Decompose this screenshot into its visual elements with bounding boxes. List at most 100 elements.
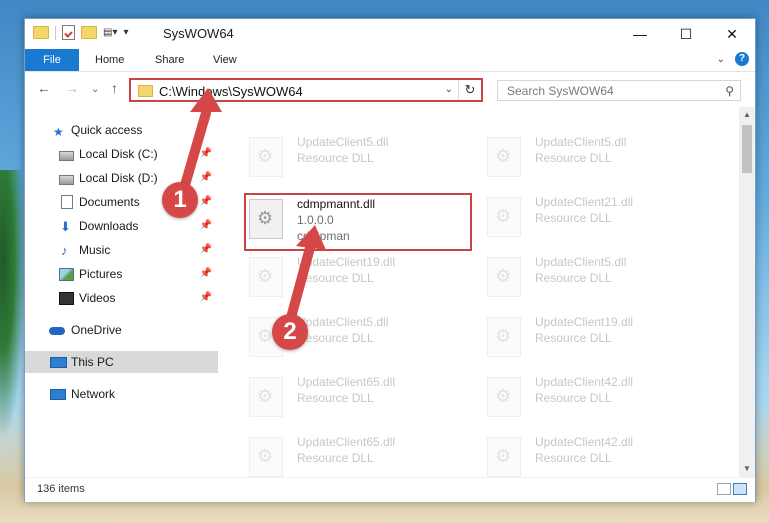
pc-icon: [50, 357, 67, 368]
file-name: UpdateClient19.dll: [297, 255, 396, 269]
highlight-box: [244, 193, 472, 251]
recent-locations-icon[interactable]: ⌄: [91, 84, 99, 95]
vertical-scrollbar[interactable]: ▲ ▼: [739, 107, 755, 477]
scroll-down-icon[interactable]: ▼: [739, 461, 755, 477]
pin-icon[interactable]: 📌: [200, 167, 212, 189]
file-name: UpdateClient5.dll: [297, 135, 389, 149]
onedrive-icon: [49, 327, 65, 335]
file-item[interactable]: UpdateClient19.dll Resource DLL: [249, 253, 469, 303]
dll-file-icon: [487, 257, 521, 297]
file-type: Resource DLL: [297, 451, 374, 465]
pin-icon[interactable]: 📌: [200, 263, 212, 285]
help-icon[interactable]: ?: [735, 52, 749, 66]
folder-icon[interactable]: [33, 26, 49, 39]
scroll-thumb[interactable]: [742, 125, 752, 173]
file-item[interactable]: UpdateClient42.dll Resource DLL: [487, 433, 707, 477]
file-item[interactable]: UpdateClient5.dll Resource DLL: [487, 133, 707, 183]
sidebar-item-pictures[interactable]: Pictures 📌: [25, 263, 218, 285]
sidebar-item-this-pc[interactable]: This PC: [25, 351, 218, 373]
scroll-up-icon[interactable]: ▲: [739, 107, 755, 123]
window-controls: — ☐ ✕: [617, 19, 755, 49]
maximize-button[interactable]: ☐: [663, 19, 709, 49]
file-type: Resource DLL: [297, 331, 374, 345]
sidebar-item-label: Documents: [79, 195, 140, 209]
details-view-icon[interactable]: [717, 483, 731, 495]
quick-access-toolbar: ▤▾ ▾: [33, 25, 129, 40]
back-button[interactable]: ←: [37, 80, 51, 96]
dll-file-icon: [487, 437, 521, 477]
close-button[interactable]: ✕: [709, 19, 755, 49]
sidebar-item-music[interactable]: ♪ Music 📌: [25, 239, 218, 261]
sidebar-item-network[interactable]: Network: [25, 383, 218, 405]
toolbar-separator: [55, 25, 56, 40]
file-type: Resource DLL: [297, 391, 374, 405]
address-folder-icon: [138, 85, 153, 97]
pin-icon[interactable]: 📌: [200, 239, 212, 261]
file-type: Resource DLL: [297, 271, 374, 285]
pin-icon[interactable]: 📌: [200, 143, 212, 165]
file-type: Resource DLL: [535, 151, 612, 165]
status-bar: 136 items: [25, 477, 755, 502]
sidebar-item-label: Local Disk (D:): [79, 171, 158, 185]
documents-icon: [61, 195, 73, 209]
window-title: SysWOW64: [163, 26, 234, 41]
ribbon-tabs: File Home Share View ⌄ ?: [25, 49, 755, 72]
file-item[interactable]: UpdateClient65.dll Resource DLL: [249, 373, 469, 423]
properties-icon[interactable]: [62, 25, 75, 40]
file-type: Resource DLL: [297, 151, 374, 165]
tab-file[interactable]: File: [25, 49, 79, 71]
explorer-window: ▤▾ ▾ SysWOW64 — ☐ ✕ File Home Share View…: [24, 18, 756, 502]
expand-ribbon-icon[interactable]: ⌄: [717, 54, 725, 65]
tiles-view-icon[interactable]: [733, 483, 747, 495]
file-name: UpdateClient42.dll: [535, 375, 634, 389]
address-path[interactable]: C:\Windows\SysWOW64: [159, 84, 303, 99]
forward-button[interactable]: →: [65, 80, 79, 96]
new-folder-icon[interactable]: [81, 26, 97, 39]
toolbar-dropdown-icon[interactable]: ▾: [123, 27, 128, 38]
file-name: UpdateClient21.dll: [535, 195, 634, 209]
file-item[interactable]: UpdateClient65.dll Resource DLL: [249, 433, 469, 477]
search-box[interactable]: Search SysWOW64 ⚲: [497, 80, 741, 101]
dll-file-icon: [487, 377, 521, 417]
tab-share[interactable]: Share: [155, 49, 184, 71]
dll-file-icon: [487, 137, 521, 177]
navigation-bar: ← → ⌄ ↑ C:\Windows\SysWOW64 ⌄ ↻ Search S…: [25, 72, 755, 106]
file-item[interactable]: UpdateClient42.dll Resource DLL: [487, 373, 707, 423]
file-item[interactable]: UpdateClient21.dll Resource DLL: [487, 193, 707, 243]
step-marker-1: 1: [162, 182, 198, 218]
sidebar-item-downloads[interactable]: ⬇ Downloads 📌: [25, 215, 218, 237]
search-icon[interactable]: ⚲: [725, 84, 734, 98]
sidebar-item-local-disk-c[interactable]: Local Disk (C:) 📌: [25, 143, 218, 165]
refresh-icon[interactable]: ↻: [458, 80, 481, 100]
file-name: UpdateClient65.dll: [297, 435, 396, 449]
pin-icon[interactable]: 📌: [200, 191, 212, 213]
tab-view[interactable]: View: [213, 49, 237, 71]
file-item[interactable]: UpdateClient19.dll Resource DLL: [487, 313, 707, 363]
view-toggle: [717, 483, 747, 495]
address-dropdown-icon[interactable]: ⌄: [445, 84, 453, 95]
customize-toolbar-icon[interactable]: ▤▾: [103, 27, 117, 38]
sidebar-item-onedrive[interactable]: OneDrive: [25, 319, 218, 341]
dll-file-icon: [249, 137, 283, 177]
item-count: 136 items: [37, 483, 85, 495]
file-item[interactable]: UpdateClient5.dll Resource DLL: [249, 133, 469, 183]
address-bar[interactable]: C:\Windows\SysWOW64 ⌄ ↻: [129, 78, 483, 102]
minimize-button[interactable]: —: [617, 19, 663, 49]
navigation-pane: ★ Quick access Local Disk (C:) 📌 Local D…: [25, 107, 218, 477]
sidebar-item-videos[interactable]: Videos 📌: [25, 287, 218, 309]
pin-icon[interactable]: 📌: [200, 215, 212, 237]
file-type: Resource DLL: [535, 331, 612, 345]
file-name: UpdateClient19.dll: [535, 315, 634, 329]
file-name: UpdateClient65.dll: [297, 375, 396, 389]
disk-icon: [59, 151, 74, 161]
sidebar-item-label: Pictures: [79, 267, 123, 281]
file-name: UpdateClient5.dll: [535, 135, 627, 149]
sidebar-item-quick-access[interactable]: ★ Quick access: [25, 119, 218, 141]
network-icon: [50, 389, 66, 400]
sidebar-item-label: Network: [71, 387, 116, 401]
pin-icon[interactable]: 📌: [200, 287, 212, 309]
up-button[interactable]: ↑: [111, 80, 118, 96]
file-item[interactable]: UpdateClient5.dll Resource DLL: [487, 253, 707, 303]
tab-home[interactable]: Home: [95, 49, 124, 71]
search-placeholder[interactable]: Search SysWOW64: [507, 84, 614, 98]
